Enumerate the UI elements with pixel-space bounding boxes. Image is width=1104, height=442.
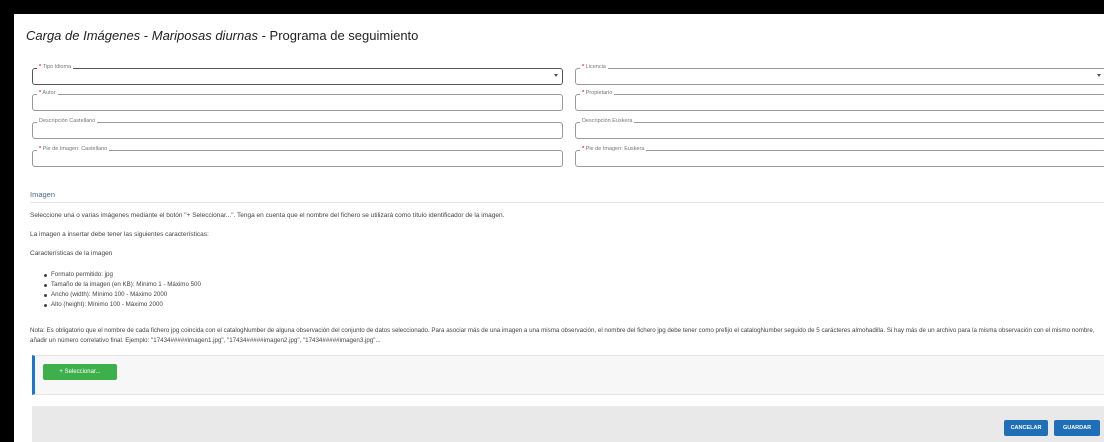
descripcion-euskera-input[interactable]: Descripción Euskera [575, 117, 1104, 139]
required-marker: * [582, 146, 585, 152]
list-item: Alto (height): Mínimo 100 - Máximo 2000 [44, 300, 201, 310]
required-marker: * [582, 64, 585, 70]
pie-euskera-label-text: Pie de Imagen: Euskera [585, 146, 645, 152]
propietario-label: * Propietario [580, 89, 615, 97]
required-marker: * [39, 146, 42, 152]
licencia-label: * Licencia [580, 63, 608, 71]
list-item: Tamaño de la imagen (en KB): Mínimo 1 - … [44, 280, 201, 290]
cancel-button[interactable]: CANCELAR [1004, 420, 1048, 436]
title-part1: Carga de Imágenes [26, 28, 141, 43]
pie-castellano-label: * Pie de Imagen: Castellano [37, 145, 110, 153]
note-text: Nota: Es obligatorio que el nombre de ca… [30, 327, 1095, 344]
chevron-down-icon[interactable] [1097, 74, 1101, 77]
required-marker: * [39, 90, 42, 96]
characteristics-list: Formato permitido: jpg Tamaño de la imag… [44, 270, 201, 310]
upload-area: + Seleccionar... [32, 355, 1104, 395]
title-part3: Programa de seguimiento [269, 28, 419, 43]
autor-label: * Autor [37, 89, 58, 97]
characteristics-title: Características de la imagen [30, 250, 113, 257]
intro-text: Seleccione una o varias imágenes mediant… [30, 212, 505, 219]
requirements-intro-text: La imagen a insertar debe tener las sigu… [30, 231, 209, 238]
list-item: Formato permitido: jpg [44, 270, 201, 280]
tipo-idioma-label: * Tipo Idioma [37, 63, 74, 71]
descripcion-castellano-label: Descripción Castellano [37, 117, 98, 125]
pie-euskera-input[interactable]: * Pie de Imagen: Euskera [575, 145, 1104, 167]
save-button[interactable]: GUARDAR [1054, 420, 1100, 436]
select-files-button[interactable]: + Seleccionar... [43, 364, 117, 380]
section-title: Imagen [30, 190, 56, 199]
pie-euskera-label: * Pie de Imagen: Euskera [580, 145, 647, 153]
main-panel: Carga de Imágenes - Mariposas diurnas - … [14, 14, 1104, 442]
tipo-idioma-select[interactable]: * Tipo Idioma [32, 63, 563, 85]
propietario-input[interactable]: * Propietario [575, 89, 1104, 111]
required-marker: * [582, 90, 585, 96]
tipo-idioma-label-text: Tipo Idioma [42, 64, 72, 70]
footer-bar: CANCELAR GUARDAR [32, 406, 1104, 442]
autor-input[interactable]: * Autor [32, 89, 563, 111]
required-marker: * [39, 64, 42, 70]
title-separator: - [140, 28, 152, 43]
autor-label-text: Autor [42, 90, 56, 96]
descripcion-euskera-label: Descripción Euskera [580, 117, 635, 125]
propietario-label-text: Propietario [585, 90, 613, 96]
page-title: Carga de Imágenes - Mariposas diurnas - … [26, 28, 418, 43]
title-separator: - [257, 28, 270, 43]
section-divider [30, 202, 1104, 203]
chevron-down-icon[interactable] [554, 74, 558, 77]
title-part2: Mariposas diurnas [151, 28, 258, 43]
pie-castellano-input[interactable]: * Pie de Imagen: Castellano [32, 145, 563, 167]
pie-castellano-label-text: Pie de Imagen: Castellano [42, 146, 108, 152]
licencia-label-text: Licencia [585, 64, 606, 70]
licencia-select[interactable]: * Licencia [575, 63, 1104, 85]
descripcion-castellano-input[interactable]: Descripción Castellano [32, 117, 563, 139]
list-item: Ancho (width): Mínimo 100 - Máximo 2000 [44, 290, 201, 300]
